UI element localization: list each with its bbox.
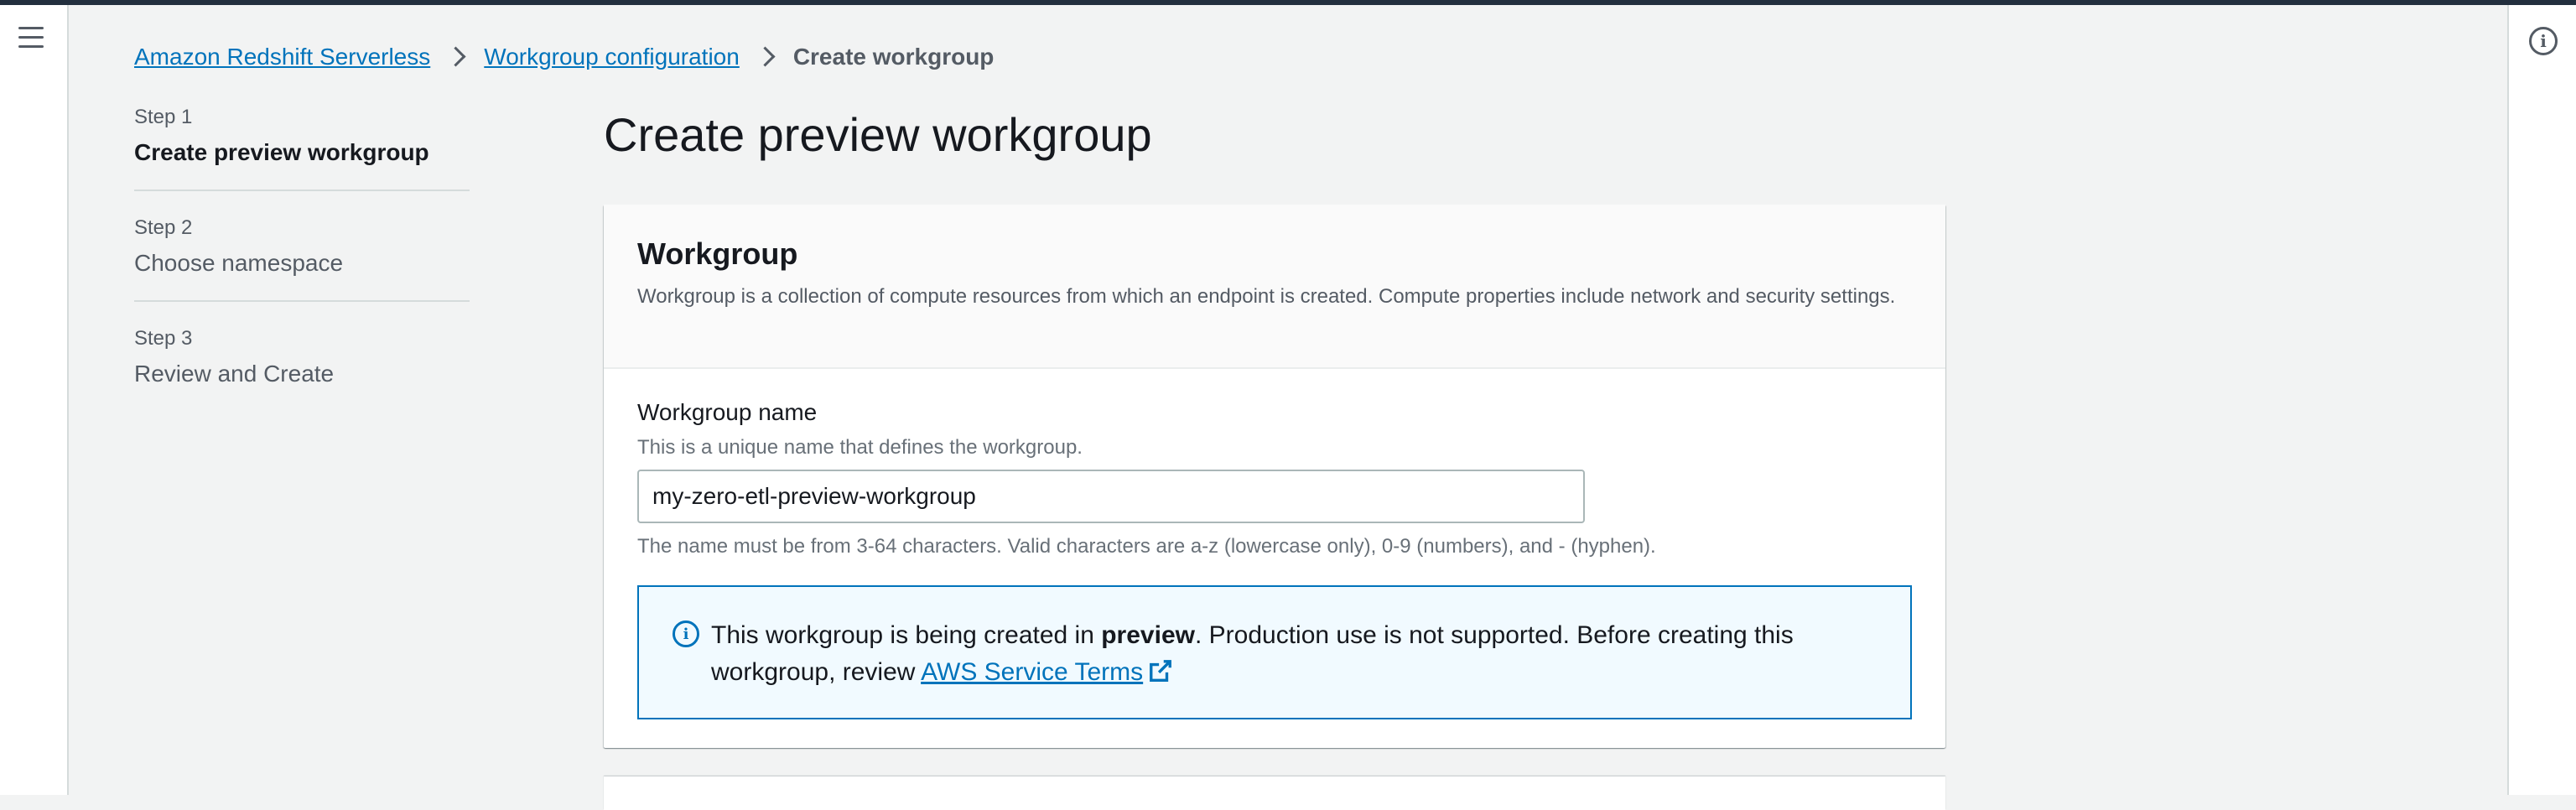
hamburger-menu-icon[interactable]	[18, 27, 44, 49]
breadcrumb-redshift-serverless[interactable]: Amazon Redshift Serverless	[134, 44, 430, 70]
step-title: Create preview workgroup	[134, 139, 429, 165]
wizard-steps: Step 1 Create preview workgroup Step 2 C…	[134, 106, 470, 436]
workgroup-name-constraint: The name must be from 3-64 characters. V…	[637, 535, 1656, 558]
next-card	[604, 776, 1945, 810]
wizard-step-1: Step 1 Create preview workgroup	[134, 106, 470, 191]
card-title: Workgroup	[637, 236, 798, 271]
breadcrumb-workgroup-configuration[interactable]: Workgroup configuration	[484, 44, 740, 70]
step-number: Step 3	[134, 327, 193, 350]
left-navigation-rail	[0, 5, 69, 795]
link-label: AWS Service Terms	[921, 658, 1144, 686]
top-bar	[0, 0, 2576, 5]
card-description: Workgroup is a collection of compute res…	[637, 285, 1896, 308]
chevron-right-icon	[439, 44, 475, 70]
breadcrumb: Amazon Redshift Serverless Workgroup con…	[134, 40, 994, 74]
step-number: Step 2	[134, 216, 193, 239]
wizard-step-2: Step 2 Choose namespace	[134, 216, 470, 302]
breadcrumb-current: Create workgroup	[792, 44, 995, 70]
page-title: Create preview workgroup	[604, 108, 1152, 161]
workgroup-name-description: This is a unique name that defines the w…	[637, 436, 1083, 459]
wizard-step-3: Step 3 Review and Create	[134, 327, 470, 411]
preview-info-alert: i This workgroup is being created in pre…	[637, 585, 1912, 719]
alert-message: This workgroup is being created in previ…	[711, 617, 1877, 691]
info-icon: i	[673, 620, 699, 647]
aws-service-terms-link[interactable]: AWS Service Terms	[921, 658, 1173, 686]
workgroup-name-label: Workgroup name	[637, 399, 818, 425]
alert-text-before: This workgroup is being created in	[711, 621, 1102, 649]
step-title: Review and Create	[134, 361, 335, 387]
workgroup-name-input[interactable]	[637, 470, 1585, 523]
card-header: Workgroup Workgroup is a collection of c…	[604, 205, 1945, 369]
external-link-icon	[1150, 660, 1172, 682]
alert-bold-preview: preview	[1101, 621, 1195, 649]
chevron-right-icon	[748, 44, 785, 70]
right-help-rail: i	[2507, 5, 2576, 795]
workgroup-card: Workgroup Workgroup is a collection of c…	[604, 205, 1945, 748]
info-icon[interactable]: i	[2529, 27, 2558, 55]
card-body: Workgroup name This is a unique name tha…	[604, 369, 1945, 750]
step-number: Step 1	[134, 106, 193, 128]
step-title: Choose namespace	[134, 250, 344, 276]
